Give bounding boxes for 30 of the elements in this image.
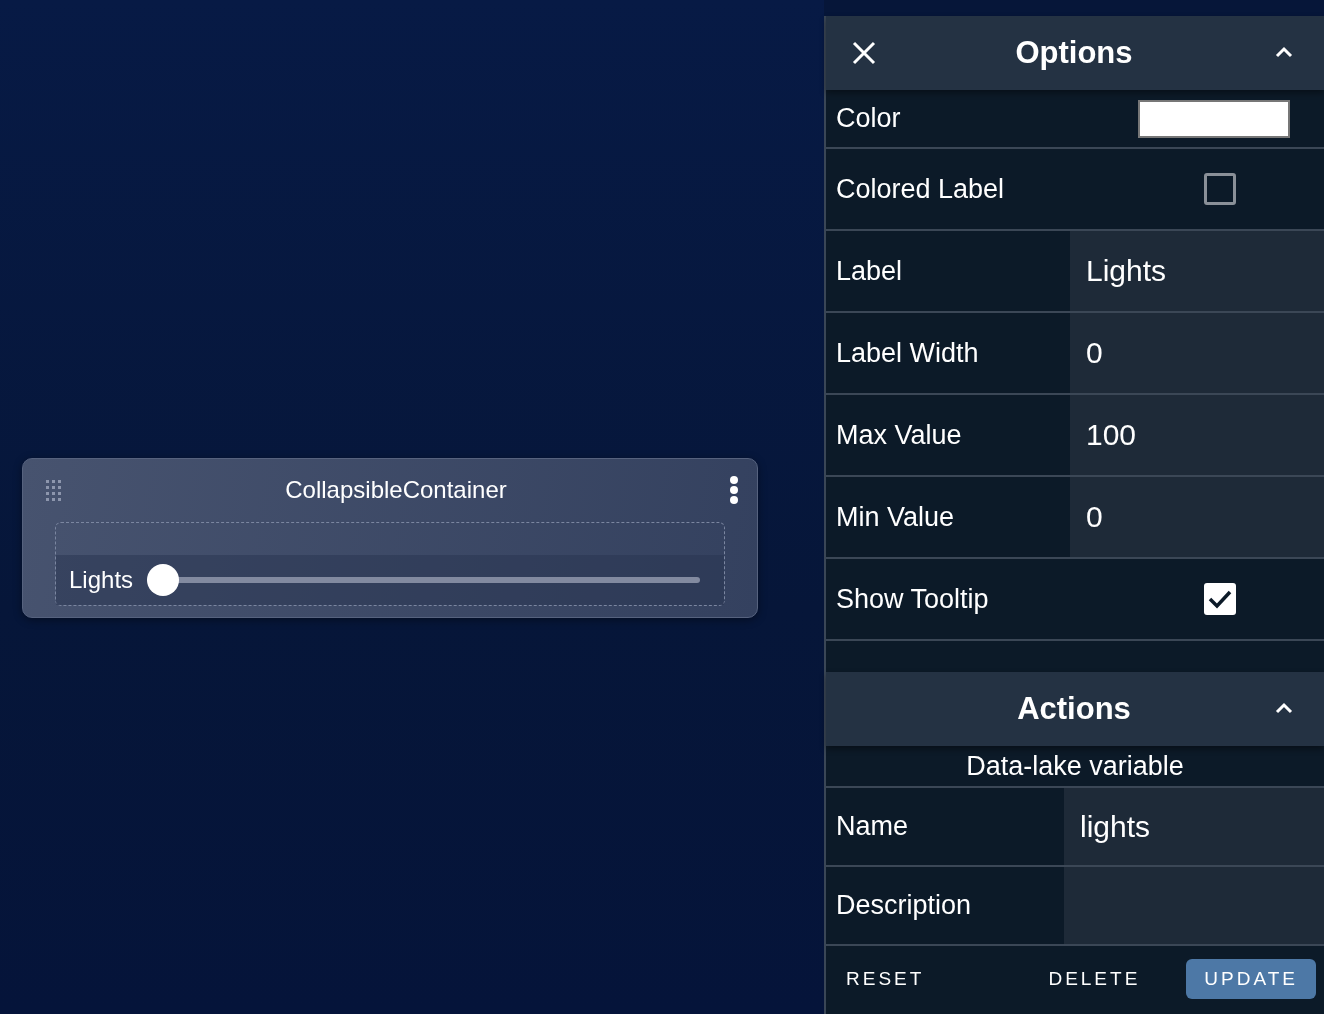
- text-field[interactable]: 0: [1070, 477, 1324, 557]
- text-field[interactable]: lights: [1064, 788, 1324, 865]
- text-field[interactable]: [1064, 867, 1324, 944]
- color-swatch[interactable]: [1138, 99, 1290, 138]
- field-label: Name: [835, 810, 910, 843]
- slider-thumb[interactable]: [147, 564, 180, 596]
- action-button[interactable]: UPDATE: [1186, 959, 1316, 999]
- field-label: Description: [835, 889, 973, 922]
- text-field[interactable]: 0: [1070, 313, 1324, 393]
- drag-handle-icon[interactable]: [45, 479, 63, 501]
- action-button[interactable]: RESET: [836, 960, 935, 998]
- field-label: Min Value: [835, 500, 956, 534]
- field-label: Show Tooltip: [835, 582, 990, 616]
- text-field[interactable]: Lights: [1070, 231, 1324, 311]
- text-field[interactable]: 100: [1070, 395, 1324, 475]
- close-icon[interactable]: [852, 41, 876, 65]
- field-label: Colored Label: [835, 172, 1006, 206]
- slider-label: Lights: [69, 566, 134, 594]
- section-title: Actions: [1016, 691, 1132, 727]
- checkbox[interactable]: [1204, 173, 1236, 205]
- more-vertical-icon[interactable]: [729, 476, 739, 504]
- slider[interactable]: [147, 564, 700, 596]
- panel-title: Options: [1014, 35, 1134, 71]
- field-label: Label Width: [835, 336, 980, 370]
- field-label: Label: [835, 254, 904, 288]
- checkbox[interactable]: [1204, 583, 1236, 615]
- action-button[interactable]: DELETE: [1038, 960, 1151, 998]
- field-label: Color: [835, 102, 902, 135]
- widget-title: CollapsibleContainer: [284, 476, 508, 504]
- field-label: Max Value: [835, 418, 963, 452]
